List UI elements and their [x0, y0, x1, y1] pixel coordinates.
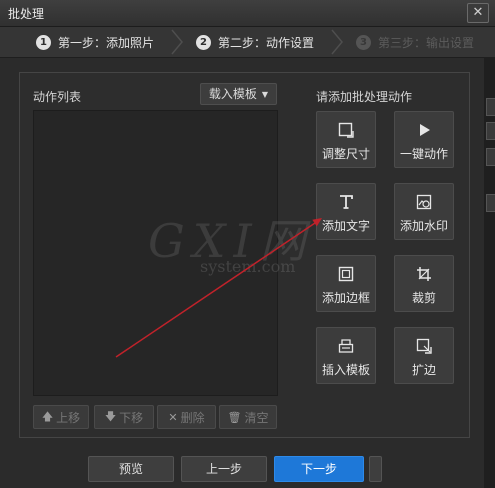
- step-2-number: 2: [196, 34, 211, 50]
- step-2[interactable]: 2 第二步：动作设置: [196, 27, 314, 57]
- text-icon: [340, 195, 353, 209]
- load-template-dropdown[interactable]: 载入模板 ▼: [200, 83, 277, 105]
- partial-button[interactable]: [369, 456, 382, 482]
- step-chevron-icon: [331, 29, 343, 55]
- add-text-button[interactable]: 添加文字: [316, 183, 376, 240]
- add-action-label: 请添加批处理动作: [316, 90, 413, 104]
- delete-label: 删除: [180, 410, 205, 425]
- insert-template-label: 插入模板: [321, 363, 370, 377]
- step-1-number: 1: [36, 34, 51, 50]
- move-up-button[interactable]: 🡅 上移: [33, 405, 89, 429]
- expand-icon: [416, 338, 432, 354]
- border-icon: [338, 266, 354, 282]
- one-click-action-button[interactable]: 一键动作: [394, 111, 454, 168]
- preview-button[interactable]: 预览: [88, 456, 174, 482]
- title-bar: 批处理 ✕: [0, 0, 495, 27]
- crop-label: 裁剪: [411, 291, 436, 305]
- background-app-button: [486, 148, 495, 166]
- delete-button[interactable]: ✕ 删除: [157, 405, 216, 429]
- step-chevron-icon: [171, 29, 183, 55]
- window-title: 批处理: [8, 7, 45, 21]
- up-arrow-icon: 🡅: [41, 409, 54, 423]
- down-arrow-icon: 🡇: [104, 409, 117, 423]
- background-app-button: [486, 98, 495, 116]
- watermark-icon: [416, 194, 432, 210]
- clear-button[interactable]: 🗑 清空: [219, 405, 277, 429]
- expand-border-label: 扩边: [411, 363, 436, 377]
- insert-template-button[interactable]: 插入模板: [316, 327, 376, 384]
- clear-label: 清空: [244, 410, 269, 425]
- add-border-label: 添加边框: [321, 291, 370, 305]
- delete-x-icon: ✕: [168, 410, 178, 424]
- add-watermark-label: 添加水印: [399, 219, 448, 233]
- add-border-button[interactable]: 添加边框: [316, 255, 376, 312]
- close-button[interactable]: ✕: [467, 3, 489, 23]
- step-3[interactable]: 3 第三步：输出设置: [356, 27, 474, 57]
- chevron-down-icon: ▼: [261, 90, 269, 99]
- move-up-label: 上移: [56, 410, 81, 425]
- one-click-action-label: 一键动作: [399, 147, 448, 161]
- template-icon: [338, 339, 354, 353]
- resize-button[interactable]: 调整尺寸: [316, 111, 376, 168]
- action-list-label: 动作列表: [33, 90, 82, 104]
- add-watermark-button[interactable]: 添加水印: [394, 183, 454, 240]
- step-3-label: 第三步：输出设置: [378, 35, 475, 50]
- move-down-button[interactable]: 🡇 下移: [94, 405, 154, 429]
- crop-button[interactable]: 裁剪: [394, 255, 454, 312]
- background-app-button: [486, 122, 495, 140]
- step-3-number: 3: [356, 34, 371, 50]
- trash-icon: 🗑: [227, 410, 242, 424]
- close-icon: ✕: [472, 5, 484, 20]
- expand-border-button[interactable]: 扩边: [394, 327, 454, 384]
- action-list-box[interactable]: [33, 110, 278, 396]
- add-text-label: 添加文字: [321, 219, 370, 233]
- next-step-button[interactable]: 下一步: [274, 456, 364, 482]
- step-2-label: 第二步：动作设置: [218, 35, 315, 50]
- resize-icon: [338, 122, 354, 138]
- load-template-label: 载入模板: [208, 87, 257, 101]
- step-1-label: 第一步：添加照片: [58, 35, 155, 50]
- previous-step-button[interactable]: 上一步: [181, 456, 267, 482]
- play-icon: [420, 124, 430, 136]
- resize-label: 调整尺寸: [321, 147, 370, 161]
- background-app-button: [486, 194, 495, 212]
- move-down-label: 下移: [119, 410, 144, 425]
- step-1[interactable]: 1 第一步：添加照片: [36, 27, 154, 57]
- crop-icon: [417, 267, 431, 281]
- step-indicator: 1 第一步：添加照片 2 第二步：动作设置 3 第三步：输出设置: [0, 27, 495, 58]
